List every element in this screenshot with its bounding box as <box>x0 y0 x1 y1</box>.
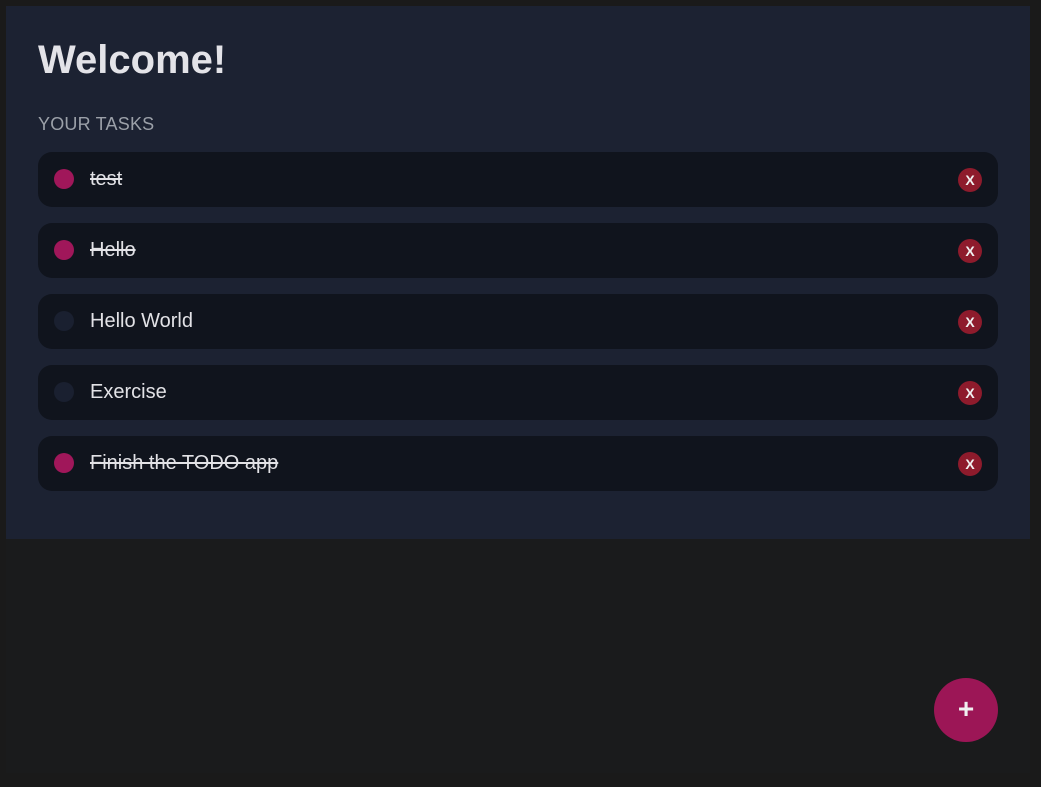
complete-toggle-icon[interactable] <box>54 240 74 260</box>
task-label: Hello World <box>90 310 193 332</box>
delete-task-button[interactable]: X <box>958 452 982 476</box>
complete-toggle-icon[interactable] <box>54 382 74 402</box>
delete-task-button[interactable]: X <box>958 239 982 263</box>
delete-task-button[interactable]: X <box>958 310 982 334</box>
app-window: Welcome! YOUR TASKS test X Hello X Hello… <box>6 6 1030 773</box>
complete-toggle-icon[interactable] <box>54 453 74 473</box>
task-label: Finish the TODO app <box>90 452 279 474</box>
section-label: YOUR TASKS <box>38 114 155 134</box>
delete-task-button[interactable]: X <box>958 168 982 192</box>
task-label: test <box>90 168 123 190</box>
task-list: test X Hello X Hello World X Exercise X … <box>38 152 998 507</box>
task-label: Hello <box>90 239 136 261</box>
tasks-panel: Welcome! YOUR TASKS test X Hello X Hello… <box>6 6 1030 539</box>
task-label: Exercise <box>90 381 167 403</box>
delete-task-button[interactable]: X <box>958 381 982 405</box>
add-task-button[interactable]: + <box>934 678 998 742</box>
task-item[interactable]: Hello X <box>38 223 998 278</box>
task-item[interactable]: test X <box>38 152 998 207</box>
task-item[interactable]: Exercise X <box>38 365 998 420</box>
task-item[interactable]: Finish the TODO app X <box>38 436 998 491</box>
page-title: Welcome! <box>38 38 227 82</box>
task-item[interactable]: Hello World X <box>38 294 998 349</box>
complete-toggle-icon[interactable] <box>54 169 74 189</box>
complete-toggle-icon[interactable] <box>54 311 74 331</box>
